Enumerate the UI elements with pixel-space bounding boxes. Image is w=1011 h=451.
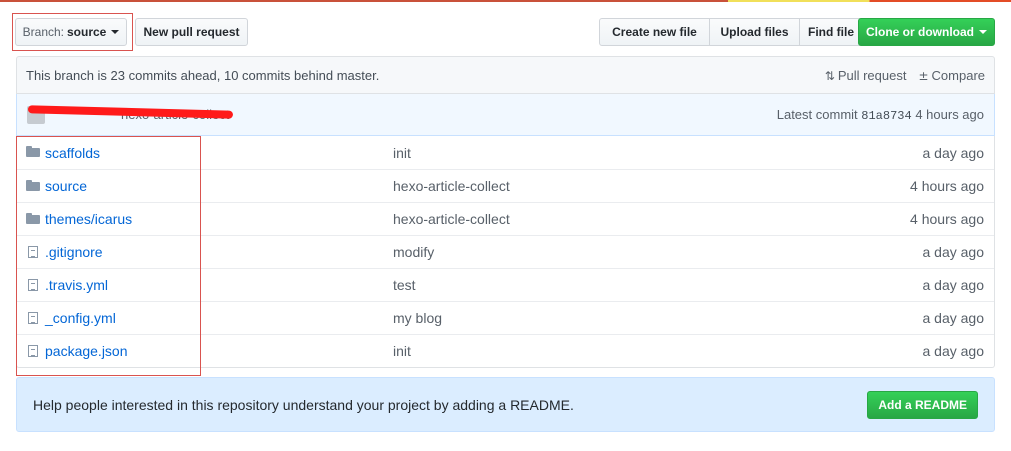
file-name-link[interactable]: scaffolds <box>45 145 100 161</box>
file-icon <box>28 345 38 357</box>
readme-prompt-text: Help people interested in this repositor… <box>33 396 574 413</box>
latest-commit-label: Latest commit <box>776 106 858 122</box>
branch-select-button[interactable]: Branch: source <box>15 18 127 46</box>
branch-name: source <box>67 25 107 39</box>
table-row: themes/icarus hexo-article-collect 4 hou… <box>17 202 994 235</box>
folder-icon <box>26 146 40 157</box>
clone-label: Clone or download <box>866 25 974 39</box>
file-name-link[interactable]: .gitignore <box>45 244 103 260</box>
pull-request-link[interactable]: ⇅ Pull request <box>825 68 907 83</box>
commit-age: a day ago <box>922 343 985 359</box>
commit-age: a day ago <box>922 144 985 161</box>
commit-message-link[interactable]: hexo-article-collect <box>393 178 510 194</box>
commit-time: 4 hours ago <box>915 106 984 122</box>
file-icon <box>28 279 38 291</box>
file-icon <box>28 312 38 324</box>
new-pull-request-button[interactable]: New pull request <box>135 18 248 46</box>
pull-request-icon: ⇅ <box>824 68 835 83</box>
branch-info-bar: This branch is 23 commits ahead, 10 comm… <box>16 56 995 94</box>
file-name-link[interactable]: source <box>45 178 87 194</box>
commit-age: 4 hours ago <box>910 178 984 194</box>
find-file-button[interactable]: Find file <box>799 18 863 46</box>
caret-down-icon <box>979 30 987 34</box>
add-readme-button[interactable]: Add a README <box>867 390 978 419</box>
commit-message-link[interactable]: modify <box>393 244 434 260</box>
commit-age: a day ago <box>922 310 985 326</box>
compare-icon: ± <box>918 68 929 83</box>
upload-files-button[interactable]: Upload files <box>709 18 800 46</box>
file-name-link[interactable]: _config.yml <box>45 310 116 326</box>
commit-message-link[interactable]: test <box>393 277 416 293</box>
folder-icon <box>26 180 40 191</box>
file-name-link[interactable]: package.json <box>45 343 128 359</box>
commit-message-link[interactable]: my blog <box>393 310 442 326</box>
commit-sha[interactable]: 81a8734 <box>861 109 911 123</box>
readme-prompt: Help people interested in this repositor… <box>16 377 995 432</box>
file-name-link[interactable]: .travis.yml <box>45 277 108 293</box>
table-row: .gitignore modify a day ago <box>17 235 994 268</box>
branch-status-text: This branch is 23 commits ahead, 10 comm… <box>26 67 380 83</box>
commit-age: 4 hours ago <box>910 211 984 227</box>
table-row: .travis.yml test a day ago <box>17 268 994 301</box>
file-icon <box>28 246 38 258</box>
create-new-file-button[interactable]: Create new file <box>599 18 710 46</box>
commit-message-link[interactable]: init <box>393 343 411 359</box>
latest-commit-info: Latest commit 81a8734 4 hours ago <box>777 107 984 123</box>
compare-label: Compare <box>931 67 985 83</box>
caret-down-icon <box>111 30 120 34</box>
file-name-link[interactable]: themes/icarus <box>45 211 132 227</box>
commit-age: a day ago <box>922 244 985 260</box>
commit-message-link[interactable]: hexo-article-collect <box>393 211 510 227</box>
clone-or-download-button[interactable]: Clone or download <box>858 18 995 46</box>
compare-link[interactable]: ± Compare <box>918 68 985 83</box>
table-row: source hexo-article-collect 4 hours ago <box>17 169 994 202</box>
file-list: scaffolds init a day ago source hexo-art… <box>16 136 995 368</box>
table-row: package.json init a day ago <box>17 334 994 367</box>
pull-request-label: Pull request <box>837 67 907 83</box>
commit-age: a day ago <box>922 277 985 293</box>
table-row: _config.yml my blog a day ago <box>17 301 994 334</box>
file-actions-group: Create new file Upload files Find file <box>599 18 863 46</box>
top-accent-bar <box>0 0 1011 2</box>
branch-prefix: Branch: <box>22 25 64 39</box>
commit-message-link[interactable]: init <box>393 145 411 161</box>
table-row: scaffolds init a day ago <box>17 136 994 169</box>
folder-icon <box>26 213 40 224</box>
